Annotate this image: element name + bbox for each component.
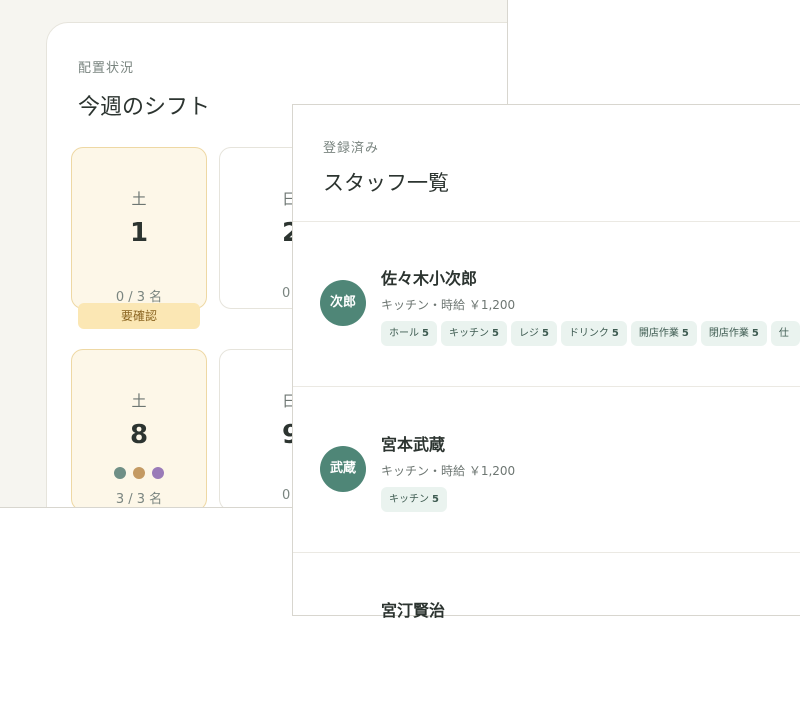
staff-count: 3 / 3 名 bbox=[115, 492, 163, 507]
day-of-week: 土 bbox=[131, 190, 147, 208]
staff-meta: キッチン・時給 ￥1,200 bbox=[381, 464, 516, 478]
shift-eyebrow: 配置状況 bbox=[78, 61, 135, 76]
staff-list-window: 登録済み スタッフ一覧 次郎 佐々木小次郎 キッチン・時給 ￥1,200 ホール… bbox=[292, 104, 800, 620]
staff-name: 宮汀賢治 bbox=[381, 601, 446, 620]
skill-tag: ドリンク 5 bbox=[560, 321, 627, 346]
avatar: 次郎 bbox=[320, 280, 366, 326]
staff-name: 宮本武蔵 bbox=[381, 435, 446, 454]
day-card-sat-1[interactable]: 土 1 0 / 3 名 要確認 bbox=[71, 147, 207, 329]
skill-tags: ホール 5 キッチン 5 レジ 5 ドリンク 5 開店作業 5 閉店作業 5 仕 bbox=[381, 321, 800, 346]
day-card-sat-8[interactable]: 土 8 3 / 3 名 bbox=[71, 349, 207, 507]
staff-dot bbox=[133, 467, 145, 479]
staff-row[interactable]: 次郎 佐々木小次郎 キッチン・時給 ￥1,200 ホール 5 キッチン 5 レジ 5 ドリン… bbox=[293, 222, 800, 387]
skill-tag: キッチン 5 bbox=[440, 321, 507, 346]
skill-tag: ホール 5 bbox=[381, 321, 437, 346]
day-of-week: 土 bbox=[131, 392, 147, 410]
skill-tag: 仕 bbox=[770, 321, 800, 346]
staff-list-title: スタッフ一覧 bbox=[323, 171, 449, 195]
day-date: 8 bbox=[129, 420, 149, 450]
shift-title: 今週のシフト bbox=[78, 95, 211, 120]
staff-name: 佐々木小次郎 bbox=[381, 269, 478, 288]
staff-dot bbox=[113, 467, 126, 479]
staff-row[interactable]: 宮汀賢治 bbox=[293, 553, 800, 718]
staff-row[interactable]: 武蔵 宮本武蔵 キッチン・時給 ￥1,200 キッチン 5 bbox=[293, 387, 800, 552]
skill-tag: キッチン 5 bbox=[381, 487, 447, 512]
skill-tags: キッチン 5 bbox=[381, 487, 451, 512]
skill-tag: 開店作業 5 bbox=[630, 321, 697, 346]
assigned-staff-dots bbox=[72, 464, 206, 483]
needs-review-badge: 要確認 bbox=[78, 303, 200, 329]
staff-dot bbox=[152, 467, 165, 479]
staff-meta: キッチン・時給 ￥1,200 bbox=[381, 298, 516, 312]
avatar: 武蔵 bbox=[320, 446, 366, 492]
staff-eyebrow: 登録済み bbox=[323, 141, 380, 156]
skill-tag: 閉店作業 5 bbox=[700, 321, 767, 346]
day-date: 1 bbox=[129, 218, 149, 248]
skill-tag: レジ 5 bbox=[510, 321, 557, 346]
